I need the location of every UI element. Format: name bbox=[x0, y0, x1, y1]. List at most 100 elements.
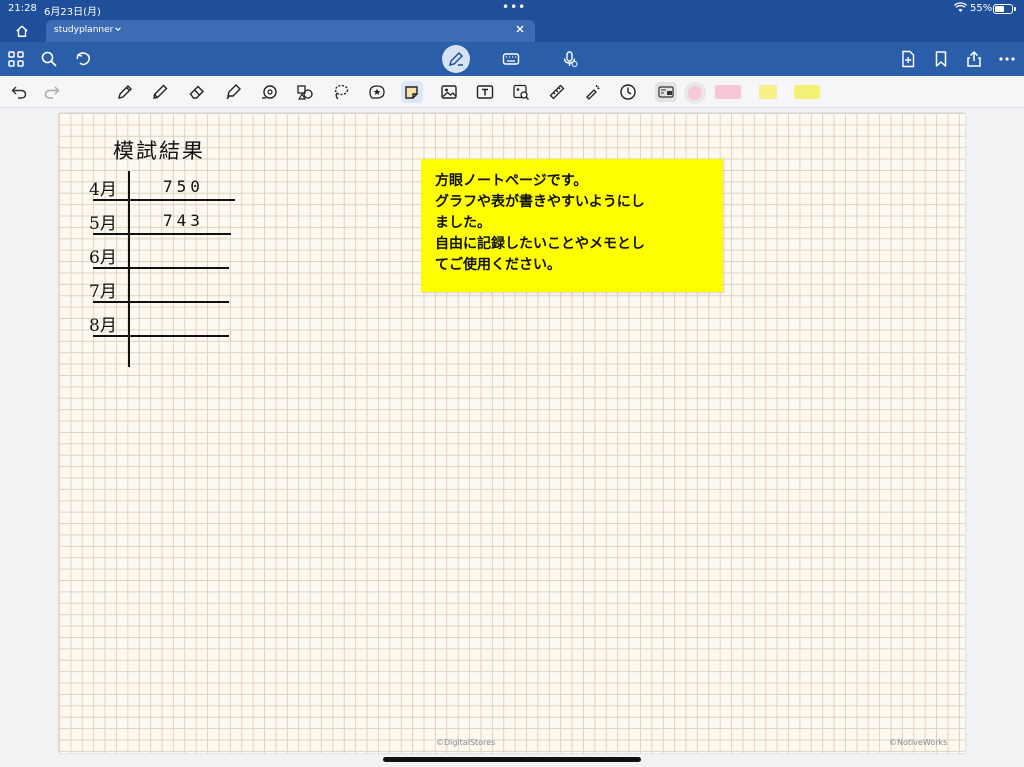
table-row-score: 743 bbox=[163, 211, 204, 230]
voice-button[interactable] bbox=[558, 47, 582, 71]
color-picker-circle[interactable] bbox=[684, 82, 706, 104]
redo-icon bbox=[44, 86, 60, 99]
wifi-icon bbox=[954, 2, 967, 13]
handwritten-table: 4月 750 5月 743 6月 7月 8月 bbox=[89, 171, 235, 367]
shapes-tool[interactable] bbox=[294, 81, 316, 103]
undo-button[interactable] bbox=[8, 81, 30, 103]
more-button[interactable] bbox=[995, 47, 1019, 71]
clock-icon bbox=[620, 84, 636, 100]
sticky-note[interactable]: 方眼ノートページです。 グラフや表が書きやすいようにし ました。 自由に記録した… bbox=[421, 159, 723, 292]
camera-tool[interactable] bbox=[510, 81, 532, 103]
laser-pointer-icon bbox=[586, 85, 600, 100]
thumbnails-button[interactable] bbox=[4, 47, 28, 71]
history-tool[interactable] bbox=[617, 81, 639, 103]
status-bar: 21:28 6月23日(月) ••• 55% bbox=[0, 0, 1024, 18]
table-row-month: 6月 bbox=[89, 248, 117, 268]
shape-tool[interactable] bbox=[258, 81, 280, 103]
sticky-note-line: ました。 bbox=[435, 215, 491, 231]
tools-bar bbox=[0, 76, 1024, 108]
grid-icon bbox=[8, 51, 24, 67]
shapes-icon bbox=[297, 85, 313, 100]
sticky-note-line: グラフや表が書きやすいようにし bbox=[435, 194, 645, 210]
sticky-style-icon bbox=[658, 86, 674, 98]
undo-icon bbox=[11, 86, 27, 99]
image-tool[interactable] bbox=[438, 81, 460, 103]
share-icon bbox=[967, 50, 981, 67]
text-box-icon bbox=[476, 85, 494, 99]
add-page-icon bbox=[902, 50, 915, 68]
pencil-tool[interactable] bbox=[149, 81, 171, 103]
keyboard-icon bbox=[502, 53, 520, 65]
table-row-score: 750 bbox=[163, 177, 204, 196]
table-row-line bbox=[93, 335, 229, 337]
laser-pointer-tool[interactable] bbox=[582, 81, 604, 103]
tab-studyplanner[interactable]: studyplanner bbox=[46, 20, 535, 42]
sticky-note-line: 自由に記録したいことやメモとし bbox=[435, 236, 645, 252]
tab-label: studyplanner bbox=[54, 25, 114, 35]
highlighter-tool[interactable] bbox=[222, 81, 244, 103]
copyright-notiveworks: ©NotiveWorks bbox=[889, 738, 948, 747]
grid-paper-page[interactable]: 模試結果 4月 750 5月 743 6月 7月 8月 方眼ノートページです。 … bbox=[59, 113, 965, 753]
eraser-tool[interactable] bbox=[186, 81, 208, 103]
keyboard-button[interactable] bbox=[499, 47, 523, 71]
home-button[interactable] bbox=[8, 21, 36, 41]
tab-bar: studyplanner bbox=[0, 18, 1024, 42]
lasso-icon bbox=[334, 84, 349, 100]
table-row-month: 5月 bbox=[89, 214, 117, 234]
lasso-sync-icon bbox=[76, 52, 91, 66]
swatch-yellow[interactable] bbox=[759, 85, 777, 99]
bookmark-icon bbox=[935, 51, 947, 67]
table-row-line bbox=[93, 301, 229, 303]
swatch-pink[interactable] bbox=[715, 85, 741, 99]
sticky-note-line: てご使用ください。 bbox=[435, 257, 561, 273]
chevron-down-icon[interactable] bbox=[114, 25, 122, 33]
sticky-note-icon bbox=[405, 86, 418, 99]
sticky-note-style-button[interactable] bbox=[655, 82, 677, 102]
redo-button[interactable] bbox=[41, 81, 63, 103]
bookmark-button[interactable] bbox=[929, 47, 953, 71]
table-row-month: 7月 bbox=[89, 282, 117, 302]
table-row-month: 8月 bbox=[89, 316, 117, 336]
highlighter-icon bbox=[226, 84, 241, 100]
more-icon bbox=[999, 57, 1015, 61]
pencil-icon bbox=[153, 84, 168, 99]
lasso-tool[interactable] bbox=[330, 81, 352, 103]
close-icon[interactable] bbox=[515, 24, 525, 34]
main-toolbar bbox=[0, 42, 1024, 76]
home-icon bbox=[16, 25, 28, 37]
table-row-line bbox=[93, 233, 231, 235]
pen-mode-button[interactable] bbox=[442, 45, 470, 73]
share-button[interactable] bbox=[962, 47, 986, 71]
eraser-icon bbox=[189, 85, 204, 99]
handwritten-title: 模試結果 bbox=[112, 139, 206, 163]
search-icon bbox=[41, 51, 57, 67]
camera-search-icon bbox=[513, 84, 529, 100]
multitask-dots-icon[interactable]: ••• bbox=[502, 0, 526, 14]
color-picker-dot bbox=[688, 86, 702, 100]
home-indicator[interactable] bbox=[383, 757, 641, 762]
ruler-tool[interactable] bbox=[546, 81, 568, 103]
text-tool[interactable] bbox=[474, 81, 496, 103]
table-row-month: 4月 bbox=[89, 180, 117, 200]
search-button[interactable] bbox=[37, 47, 61, 71]
lasso-sync-button[interactable] bbox=[71, 47, 95, 71]
ruler-icon bbox=[549, 84, 565, 100]
battery-icon bbox=[993, 4, 1013, 14]
battery-percent: 55% bbox=[970, 3, 993, 14]
sticker-tool[interactable] bbox=[366, 81, 388, 103]
pen-mode-icon bbox=[448, 51, 464, 67]
sticker-icon bbox=[369, 85, 385, 99]
sticky-note-line: 方眼ノートページです。 bbox=[435, 173, 588, 189]
pen-icon bbox=[118, 85, 132, 99]
canvas-area: 模試結果 4月 750 5月 743 6月 7月 8月 方眼ノートページです。 … bbox=[0, 108, 1024, 767]
swatch-light-yellow[interactable] bbox=[794, 85, 820, 99]
mic-icon bbox=[563, 51, 578, 67]
add-page-button[interactable] bbox=[896, 47, 920, 71]
sticky-note-tool[interactable] bbox=[401, 81, 423, 103]
table-row-line bbox=[93, 199, 235, 201]
copyright-digitalstores: ©DigitalStores bbox=[436, 738, 496, 747]
image-icon bbox=[441, 85, 457, 99]
pen-tool[interactable] bbox=[114, 81, 136, 103]
shape-pen-icon bbox=[262, 85, 277, 99]
status-time: 21:28 bbox=[8, 3, 37, 14]
